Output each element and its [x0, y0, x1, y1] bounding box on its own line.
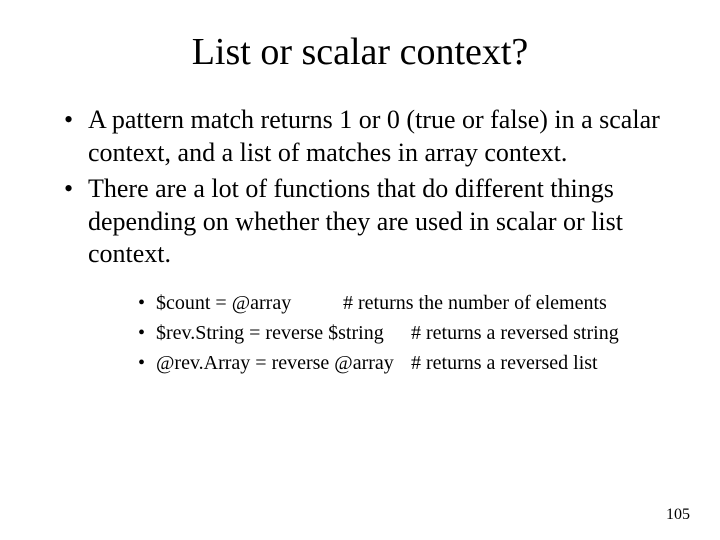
- slide-title: List or scalar context?: [40, 30, 680, 74]
- bullet-item: A pattern match returns 1 or 0 (true or …: [60, 104, 660, 169]
- code-text: $rev.String = reverse $string: [156, 319, 406, 347]
- sub-bullet-list: $count = @array # returns the number of …: [88, 289, 660, 377]
- comment-text: # returns a reversed string: [411, 319, 619, 347]
- sub-bullet-item: $rev.String = reverse $string # returns …: [136, 319, 660, 347]
- comment-text: # returns the number of elements: [343, 289, 607, 317]
- bullet-item: There are a lot of functions that do dif…: [60, 173, 660, 377]
- bullet-text: There are a lot of functions that do dif…: [88, 174, 623, 268]
- page-number: 105: [666, 506, 690, 524]
- sub-bullet-item: @rev.Array = reverse @array # returns a …: [136, 349, 660, 377]
- slide: List or scalar context? A pattern match …: [0, 0, 720, 540]
- code-text: $count = @array: [156, 289, 338, 317]
- sub-bullet-item: $count = @array # returns the number of …: [136, 289, 660, 317]
- bullet-list: A pattern match returns 1 or 0 (true or …: [40, 104, 680, 377]
- code-text: @rev.Array = reverse @array: [156, 349, 406, 377]
- comment-text: # returns a reversed list: [411, 349, 598, 377]
